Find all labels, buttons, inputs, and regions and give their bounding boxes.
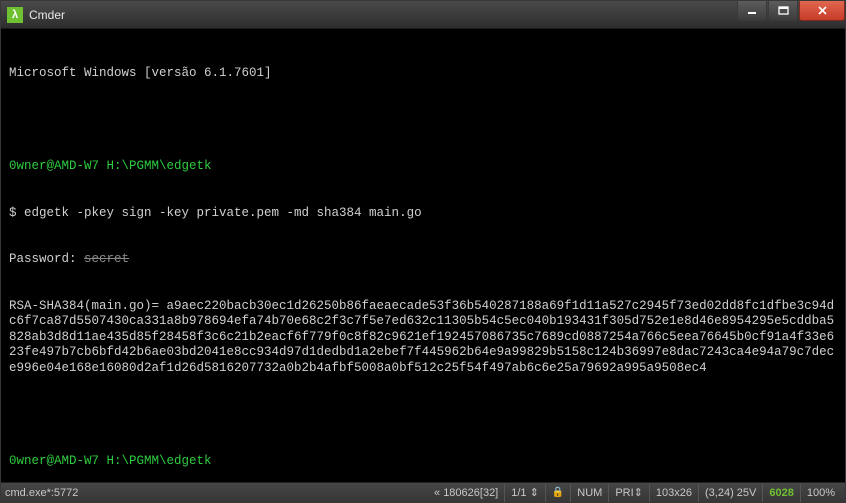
status-line[interactable]: 1/1 ⇕	[504, 483, 545, 502]
os-banner: Microsoft Windows [versão 6.1.7601]	[9, 66, 837, 82]
scroll-icon: ⇕	[530, 486, 539, 499]
prompt-line: 0wner@AMD-W7 H:\PGMM\edgetk	[9, 159, 837, 175]
maximize-button[interactable]	[768, 1, 798, 21]
prompt-line: 0wner@AMD-W7 H:\PGMM\edgetk	[9, 454, 837, 470]
status-pri[interactable]: PRI⇕	[608, 483, 649, 502]
minimize-button[interactable]	[737, 1, 767, 21]
terminal-area[interactable]: Microsoft Windows [versão 6.1.7601] 0wne…	[1, 29, 845, 482]
prompt-user: 0wner@AMD-W7	[9, 454, 99, 468]
status-chars[interactable]: « 180626[32]	[428, 483, 504, 502]
status-process[interactable]: cmd.exe*:5772	[5, 487, 86, 499]
command-line: $ edgetk -pkey sign -key private.pem -md…	[9, 206, 837, 222]
prompt-path: H:\PGMM\edgetk	[107, 454, 212, 468]
status-pid[interactable]: 6028	[762, 483, 799, 502]
status-size[interactable]: 103x26	[649, 483, 698, 502]
close-button[interactable]	[799, 1, 845, 21]
status-cursor[interactable]: (3,24) 25V	[698, 483, 762, 502]
prompt-user: 0wner@AMD-W7	[9, 159, 99, 173]
titlebar[interactable]: λ Cmder	[1, 1, 845, 29]
app-window: λ Cmder Microsoft Windows [versão 6.1.76…	[0, 0, 846, 503]
prompt-path: H:\PGMM\edgetk	[107, 159, 212, 173]
password-masked: secret	[84, 252, 129, 266]
password-line: Password: secret	[9, 252, 837, 268]
window-controls	[736, 1, 845, 21]
app-icon: λ	[7, 7, 23, 23]
hash-output: RSA-SHA384(main.go)= a9aec220bacb30ec1d2…	[9, 299, 837, 377]
status-pct[interactable]: 100%	[800, 483, 841, 502]
lock-icon[interactable]: 🔒	[545, 483, 570, 502]
status-num[interactable]: NUM	[570, 483, 608, 502]
status-bar: cmd.exe*:5772 « 180626[32] 1/1 ⇕ 🔒 NUM P…	[1, 482, 845, 502]
window-title: Cmder	[29, 8, 736, 22]
